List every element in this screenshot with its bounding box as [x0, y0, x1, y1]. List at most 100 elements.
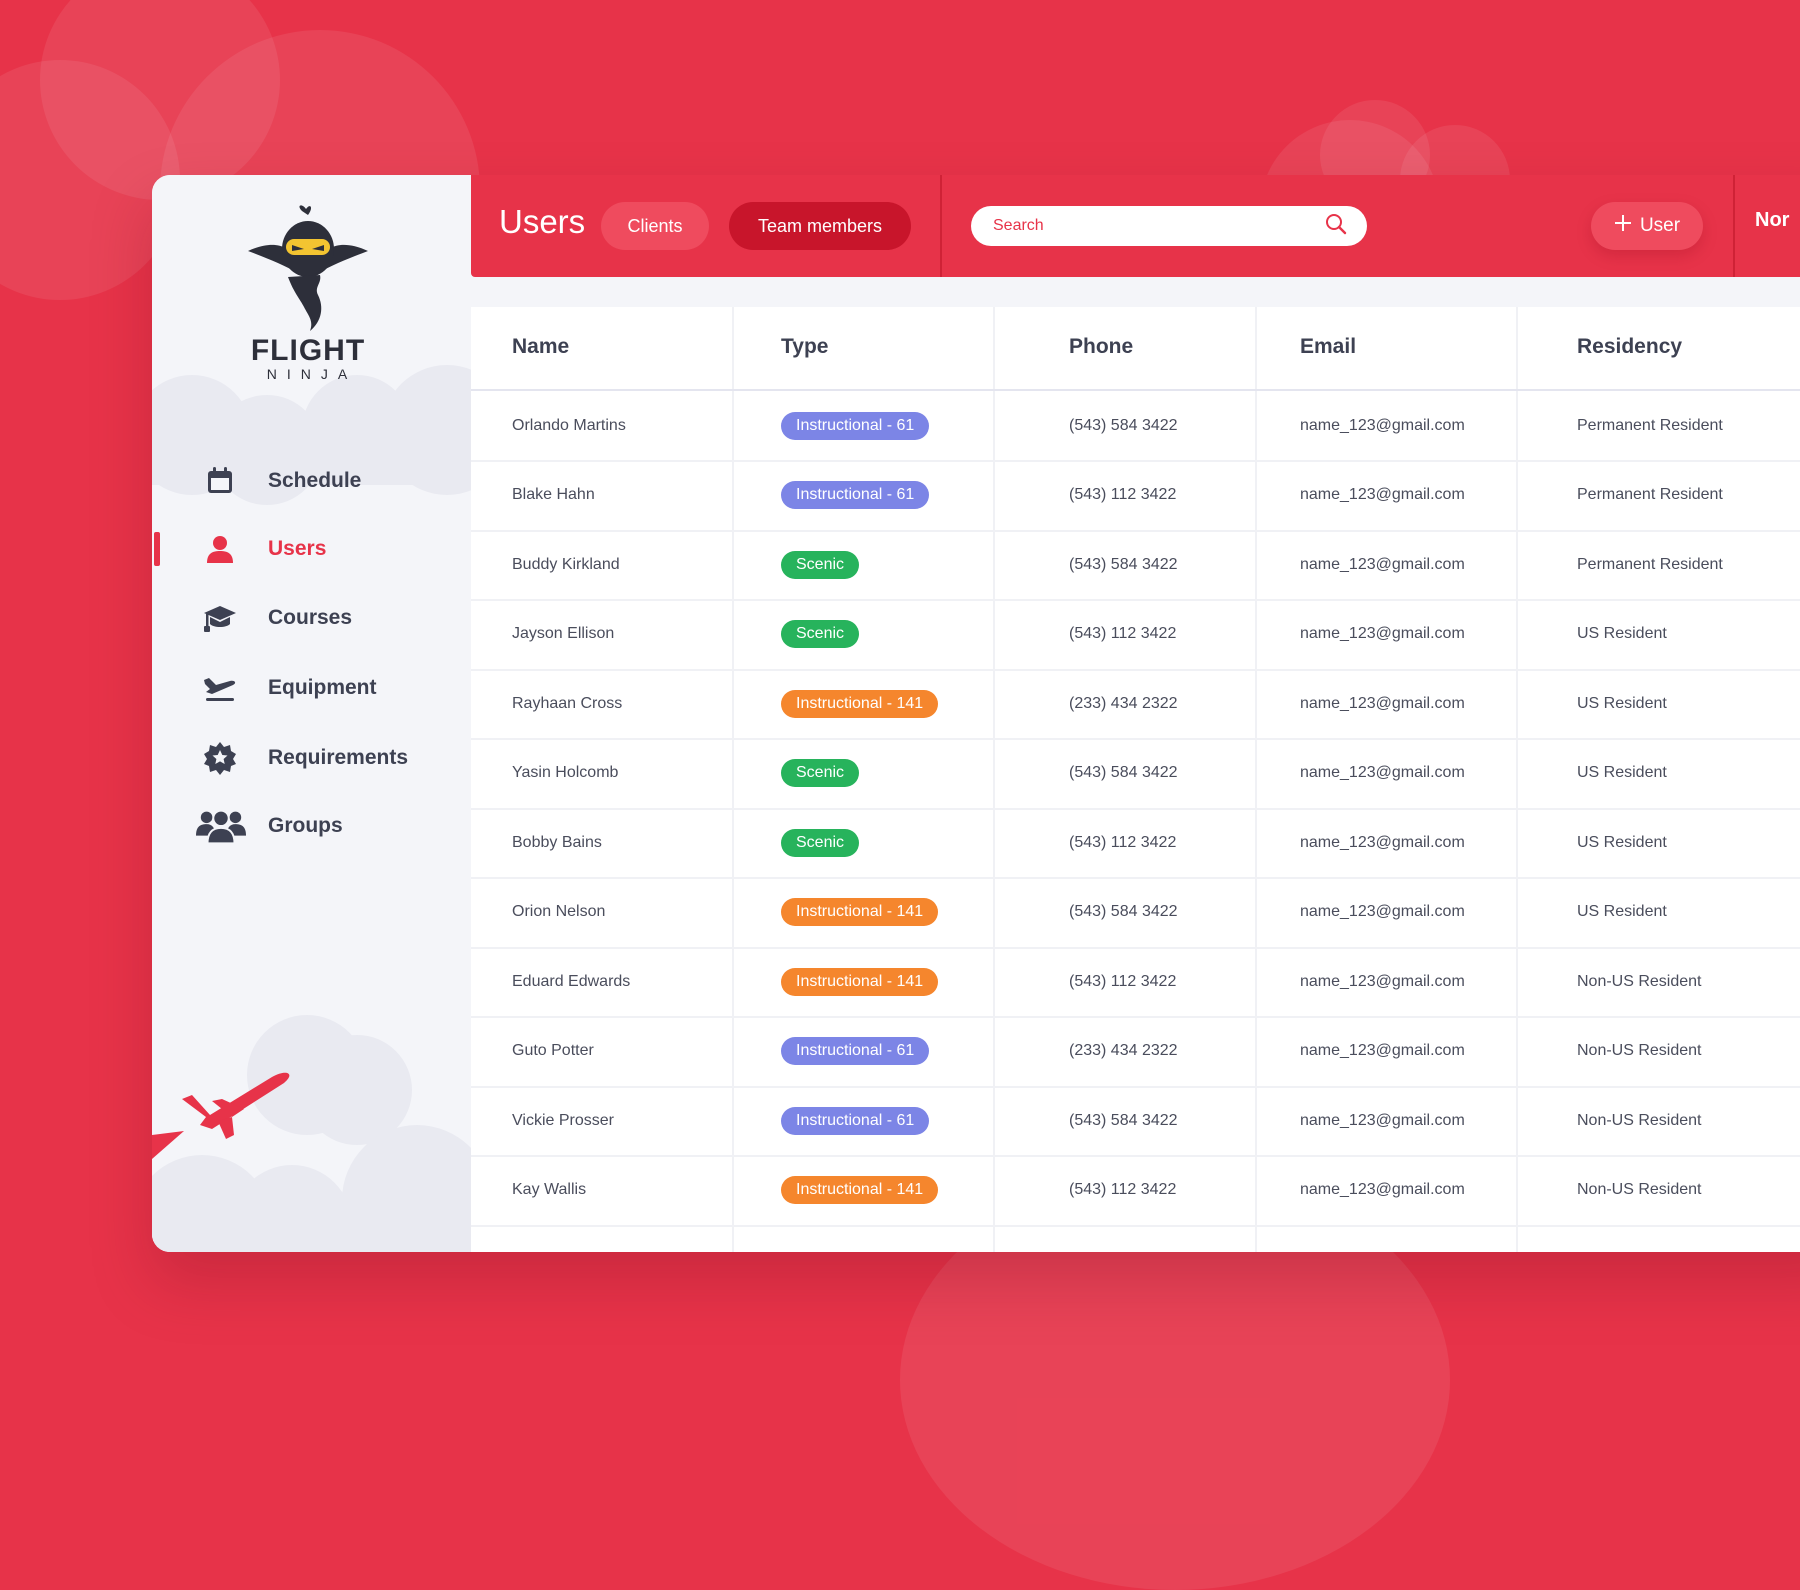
table-row[interactable]: Orion Nelson Instructional - 141 (543) 584…: [471, 878, 1800, 949]
cell-phone: (233) 434 2322: [1069, 669, 1178, 738]
ninja-logo-icon: [248, 205, 368, 331]
table-row[interactable]: Blake Hahn Instructional - 61 (543) 112 34…: [471, 461, 1800, 532]
column-header-email[interactable]: Email: [1300, 335, 1356, 359]
cell-phone: (543) 112 3422: [1069, 808, 1176, 877]
sidebar-item-equipment[interactable]: Equipment: [152, 660, 472, 716]
cell-email-text: name_123@gmail.com: [1300, 694, 1465, 712]
table-row[interactable]: Buddy Kirkland Scenic (543) 584 3422 name_1…: [471, 530, 1800, 601]
type-badge: Instructional - 141: [781, 1176, 939, 1204]
sidebar-item-courses[interactable]: Courses: [152, 590, 472, 646]
cell-email: name_123@gmail.com: [1300, 947, 1465, 1016]
cell-residency-text: Non-US Resident: [1577, 1042, 1702, 1059]
table-row[interactable]: Bobby Bains Scenic (543) 112 3422 name_123@…: [471, 808, 1800, 879]
logo-subtitle: NINJA: [266, 366, 358, 382]
logo: FLIGHT NINJA: [244, 203, 372, 382]
type-badge: Instructional - 61: [781, 1037, 930, 1065]
search-box: [971, 206, 1367, 246]
cell-email-text: name_123@gmail.com: [1300, 903, 1465, 920]
group-icon: [196, 808, 246, 845]
column-header-residency[interactable]: Residency: [1577, 335, 1682, 359]
cell-name: Orion Nelson: [512, 878, 605, 947]
sidebar-cloud-fill: [152, 1205, 472, 1252]
cell-residency-text: US Resident: [1577, 764, 1667, 781]
cell-name-text: Eduard Edwards: [512, 972, 631, 990]
cell-name: Kay Wallis: [512, 1156, 586, 1225]
cell-type: Scenic: [781, 739, 860, 808]
search-icon[interactable]: [1325, 213, 1347, 240]
cell-email: name_123@gmail.com: [1300, 461, 1465, 530]
cell-type: Instructional - 61: [781, 1086, 930, 1155]
sidebar-item-users[interactable]: Users: [152, 521, 472, 577]
cell-name-text: Yasin Holcomb: [512, 764, 619, 781]
type-badge: Instructional - 61: [781, 411, 930, 440]
airplane-illustration-icon: [152, 1072, 290, 1159]
logo-wordmark: FLIGHT: [250, 334, 366, 367]
sidebar-item-label: Schedule: [268, 469, 362, 492]
cell-email: name_123@gmail.com: [1300, 878, 1465, 947]
calendar-icon: [202, 463, 238, 499]
add-user-label: User: [1639, 215, 1681, 236]
table-row[interactable]: Rayhaan Cross Instructional - 141 (233) 43…: [471, 669, 1800, 740]
cell-residency-text: US Resident: [1577, 625, 1667, 642]
cell-type: Instructional - 141: [781, 947, 939, 1016]
sidebar-item-requirements[interactable]: Requirements: [152, 730, 472, 786]
cell-residency: Permanent Resident: [1577, 530, 1723, 599]
cell-email: name_123@gmail.com: [1300, 1086, 1465, 1155]
cell-type: Scenic: [781, 808, 860, 877]
cell-phone-text: (543) 584 3422: [1069, 555, 1178, 573]
cell-phone: (543) 584 3422: [1069, 739, 1178, 808]
cell-residency-text: US Resident: [1577, 833, 1667, 851]
table-row[interactable]: Jayson Ellison Scenic (543) 112 3422 name_1…: [471, 600, 1800, 671]
header-cut-off-text[interactable]: Nor: [1755, 209, 1789, 232]
add-user-button[interactable]: User: [1591, 202, 1703, 250]
cell-email: name_123@gmail.com: [1300, 808, 1465, 877]
graduation-cap-icon: [202, 600, 238, 636]
cell-phone-text: (543) 584 3422: [1069, 903, 1178, 920]
table-row[interactable]: Guto Potter Instructional - 61 (233) 434 2…: [471, 1017, 1800, 1088]
type-badge: Scenic: [781, 550, 860, 579]
user-icon: [202, 531, 238, 567]
table-row[interactable]: Orlando Martins Instructional - 61 (543) 5…: [471, 391, 1800, 462]
cell-name-text: Blake Hahn: [512, 486, 595, 503]
cell-email-text: name_123@gmail.com: [1300, 625, 1465, 642]
table-row[interactable]: Kay Wallis Instructional - 141 (543) 112 3…: [471, 1156, 1800, 1227]
cell-phone-text: (543) 112 3422: [1069, 486, 1177, 503]
cell-residency: Non-US Resident: [1577, 1017, 1702, 1086]
column-header-name[interactable]: Name: [512, 335, 569, 359]
table-row[interactable]: Yasin Holcomb Scenic (543) 584 3422 name_12…: [471, 739, 1800, 810]
table-header: Name Type Phone Email Residency: [471, 307, 1800, 391]
cell-type: Instructional - 61: [781, 461, 930, 530]
cell-name: Rayhaan Cross: [512, 669, 622, 738]
sidebar-item-groups[interactable]: Groups: [152, 798, 472, 854]
cell-name-text: Jayson Ellison: [512, 625, 615, 642]
cell-phone: (543) 112 3422: [1069, 600, 1176, 669]
table-row[interactable]: Eduard Edwards Instructional - 141 (543) 1…: [471, 947, 1800, 1018]
type-badge: Instructional - 141: [781, 689, 939, 718]
cell-email-text: name_123@gmail.com: [1300, 555, 1465, 573]
column-header-type[interactable]: Type: [781, 335, 828, 359]
sidebar-item-schedule[interactable]: Schedule: [152, 453, 472, 509]
cell-email-text: name_123@gmail.com: [1300, 1042, 1465, 1059]
cell-name-text: Orlando Martins: [512, 416, 626, 434]
table-row[interactable]: Vickie Prosser Instructional - 61 (543) 58…: [471, 1086, 1800, 1157]
cell-phone: (543) 584 3422: [1069, 878, 1178, 947]
cell-name-text: Orion Nelson: [512, 903, 606, 920]
cell-residency-text: US Resident: [1577, 903, 1667, 920]
type-badge: Scenic: [781, 828, 860, 857]
cell-phone-text: (543) 584 3422: [1069, 1111, 1178, 1129]
cell-name: Blake Hahn: [512, 461, 595, 530]
cell-phone: (543) 112 3422: [1069, 461, 1176, 530]
sidebar: FLIGHT NINJA Schedule Users Courses Equi…: [152, 175, 472, 1252]
column-header-phone[interactable]: Phone: [1069, 335, 1133, 359]
cell-name-text: Bobby Bains: [512, 833, 602, 851]
cell-email: name_123@gmail.com: [1300, 669, 1465, 738]
cell-name: Jayson Ellison: [512, 600, 614, 669]
tab-clients[interactable]: Clients: [601, 202, 709, 250]
cell-residency-text: US Resident: [1577, 694, 1667, 712]
cell-residency: US Resident: [1577, 669, 1667, 738]
cell-email-text: name_123@gmail.com: [1300, 486, 1465, 503]
tab-team-members[interactable]: Team members: [729, 202, 911, 250]
cell-residency-text: Non-US Resident: [1577, 972, 1702, 990]
cell-phone-text: (543) 112 3422: [1069, 972, 1177, 990]
search-input[interactable]: [991, 216, 1325, 236]
